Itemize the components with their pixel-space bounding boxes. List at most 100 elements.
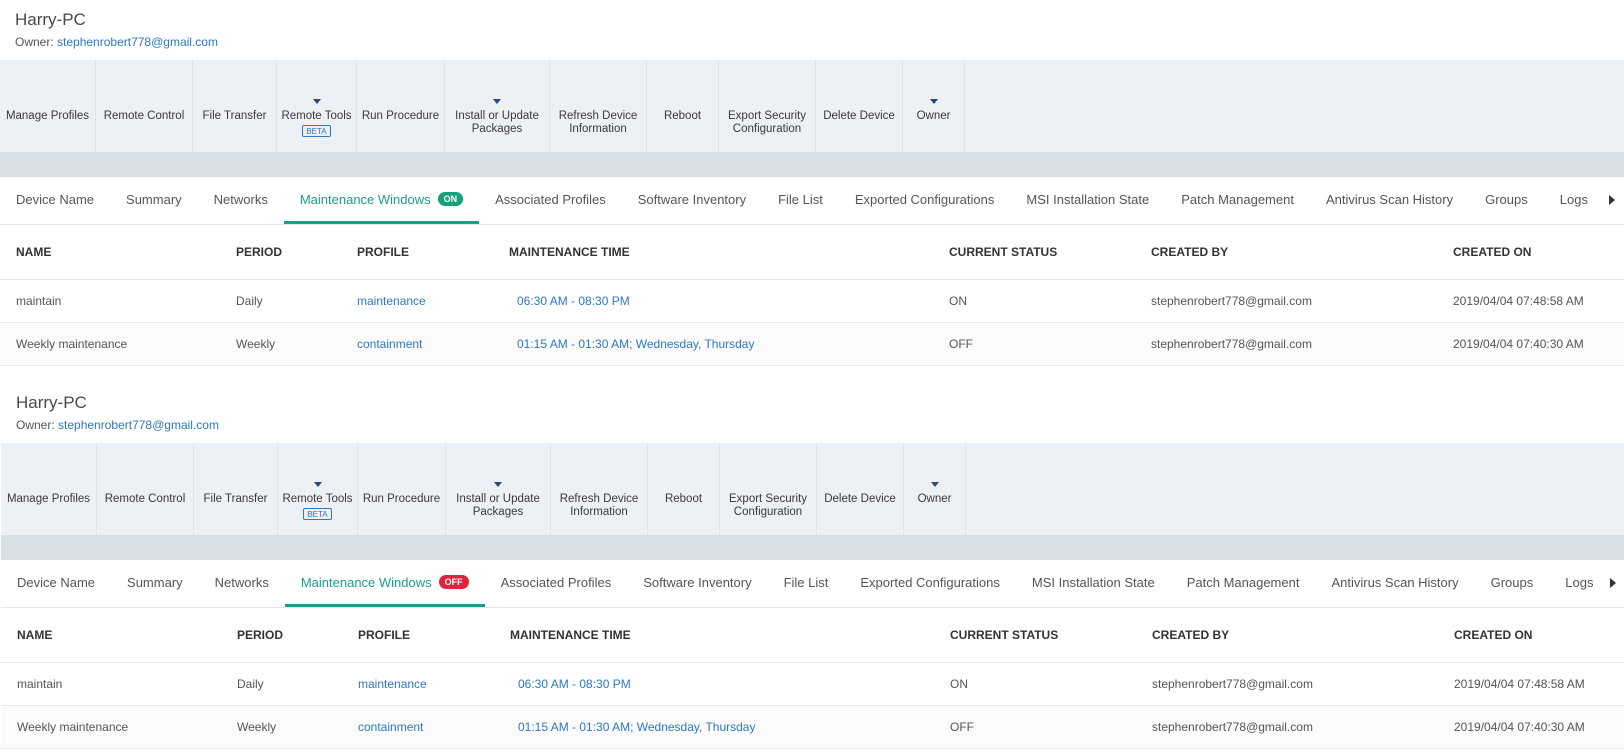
tab-software-inventory[interactable]: Software Inventory bbox=[627, 560, 767, 607]
tab-associated-profiles[interactable]: Associated Profiles bbox=[479, 177, 622, 224]
tab-summary[interactable]: Summary bbox=[110, 177, 198, 224]
tab-summary[interactable]: Summary bbox=[111, 560, 199, 607]
run-procedure-button[interactable]: Run Procedure bbox=[357, 60, 444, 152]
tab-label: Groups bbox=[1490, 574, 1534, 590]
column-header-profile[interactable]: PROFILE bbox=[342, 608, 494, 663]
toolbar-label: Export Security Configuration bbox=[728, 110, 806, 135]
tab-exported-configurations[interactable]: Exported Configurations bbox=[839, 177, 1010, 224]
tab-device-name[interactable]: Device Name bbox=[0, 177, 110, 224]
chevron-right-icon bbox=[1609, 195, 1615, 205]
caret-down-icon bbox=[313, 482, 322, 487]
column-header-profile[interactable]: PROFILE bbox=[341, 225, 493, 280]
cell-profile[interactable]: maintenance bbox=[342, 662, 494, 706]
tab-logs[interactable]: Logs bbox=[1544, 177, 1604, 224]
tab-label: Device Name bbox=[16, 191, 95, 207]
refresh-device-information-button[interactable]: Refresh Device Information bbox=[551, 443, 647, 535]
install-or-update-packages-button[interactable]: Install or Update Packages bbox=[446, 443, 550, 535]
toolbar-label: Manage Profiles bbox=[5, 110, 90, 122]
delete-device-button[interactable]: Delete Device bbox=[817, 443, 903, 535]
table-row[interactable]: maintain Daily maintenance 06:30 AM - 08:30… bbox=[0, 279, 1624, 323]
table-row[interactable]: maintain Daily maintenance 06:30 AM - 08:30… bbox=[1, 662, 1624, 706]
column-header-created-by[interactable]: CREATED BY bbox=[1135, 225, 1437, 280]
tab-maintenance-windows[interactable]: Maintenance Windows ON bbox=[283, 177, 480, 224]
tab-label: Logs bbox=[1559, 191, 1588, 207]
toolbar-group: Reboot bbox=[647, 60, 719, 152]
table-row[interactable]: Weekly maintenance Weekly containment 01:15… bbox=[0, 322, 1624, 366]
remote-tools-button[interactable]: Remote Tools BETA bbox=[278, 443, 357, 535]
device-title: Harry-PC bbox=[16, 393, 87, 412]
manage-profiles-button[interactable]: Manage Profiles bbox=[1, 443, 96, 535]
toolbar-group: Install or Update Packages bbox=[445, 60, 550, 152]
owner-label: Owner: bbox=[15, 35, 54, 49]
refresh-device-information-button[interactable]: Refresh Device Information bbox=[550, 60, 646, 152]
tab-file-list[interactable]: File List bbox=[762, 177, 839, 224]
export-security-configuration-button[interactable]: Export Security Configuration bbox=[719, 60, 815, 152]
tabs-scroll-right-button[interactable] bbox=[1601, 560, 1624, 606]
tab-label: Patch Management bbox=[1186, 574, 1300, 590]
toolbar-label: File Transfer bbox=[202, 110, 267, 122]
tab-exported-configurations[interactable]: Exported Configurations bbox=[844, 560, 1015, 607]
cell-maintenance-time[interactable]: 06:30 AM - 08:30 PM bbox=[494, 662, 934, 706]
tab-networks[interactable]: Networks bbox=[199, 560, 285, 607]
cell-maintenance-time[interactable]: 01:15 AM - 01:30 AM; Wednesday, Thursday bbox=[494, 705, 934, 749]
tab-groups[interactable]: Groups bbox=[1475, 560, 1550, 607]
tab-groups[interactable]: Groups bbox=[1469, 177, 1544, 224]
file-transfer-button[interactable]: File Transfer bbox=[193, 60, 276, 152]
delete-device-button[interactable]: Delete Device bbox=[816, 60, 902, 152]
run-procedure-button[interactable]: Run Procedure bbox=[358, 443, 445, 535]
column-header-period[interactable]: PERIOD bbox=[220, 225, 341, 280]
cell-maintenance-time[interactable]: 06:30 AM - 08:30 PM bbox=[493, 279, 933, 323]
tab-software-inventory[interactable]: Software Inventory bbox=[622, 177, 762, 224]
tab-msi-installation-state[interactable]: MSI Installation State bbox=[1016, 560, 1171, 607]
column-header-maintenance-time[interactable]: MAINTENANCE TIME bbox=[494, 608, 934, 663]
cell-period: Weekly bbox=[221, 705, 342, 749]
tab-antivirus-scan-history[interactable]: Antivirus Scan History bbox=[1310, 177, 1469, 224]
remote-control-button[interactable]: Remote Control bbox=[97, 443, 193, 535]
table-row[interactable]: Weekly maintenance Weekly containment 01:15… bbox=[1, 705, 1624, 749]
cell-profile[interactable]: containment bbox=[342, 705, 494, 749]
tab-patch-management[interactable]: Patch Management bbox=[1165, 177, 1310, 224]
cell-created-on: 2019/04/04 07:48:58 AM bbox=[1437, 279, 1624, 323]
tabs-scroll-right-button[interactable] bbox=[1600, 177, 1624, 223]
tab-networks[interactable]: Networks bbox=[198, 177, 284, 224]
tab-msi-installation-state[interactable]: MSI Installation State bbox=[1010, 177, 1165, 224]
column-header-name[interactable]: NAME bbox=[0, 225, 220, 280]
file-transfer-button[interactable]: File Transfer bbox=[194, 443, 277, 535]
reboot-button[interactable]: Reboot bbox=[647, 60, 718, 152]
tab-file-list[interactable]: File List bbox=[768, 560, 845, 607]
remote-tools-button[interactable]: Remote Tools BETA bbox=[277, 60, 356, 152]
tab-associated-profiles[interactable]: Associated Profiles bbox=[485, 560, 628, 607]
column-header-current-status[interactable]: CURRENT STATUS bbox=[933, 225, 1135, 280]
tab-antivirus-scan-history[interactable]: Antivirus Scan History bbox=[1315, 560, 1474, 607]
tab-patch-management[interactable]: Patch Management bbox=[1171, 560, 1316, 607]
cell-profile[interactable]: maintenance bbox=[341, 279, 493, 323]
toolbar-group: Delete Device bbox=[816, 60, 903, 152]
install-or-update-packages-button[interactable]: Install or Update Packages bbox=[445, 60, 549, 152]
tab-device-name[interactable]: Device Name bbox=[1, 560, 111, 607]
column-header-current-status[interactable]: CURRENT STATUS bbox=[934, 608, 1136, 663]
tab-label: Associated Profiles bbox=[495, 191, 606, 207]
run-procedure-icon bbox=[389, 455, 415, 481]
cell-profile[interactable]: containment bbox=[341, 322, 493, 366]
cell-name: Weekly maintenance bbox=[0, 322, 220, 366]
device-toolbar: Manage Profiles Remote Control File Transf… bbox=[1, 443, 1624, 535]
cell-maintenance-time[interactable]: 01:15 AM - 01:30 AM; Wednesday, Thursday bbox=[493, 322, 933, 366]
column-header-name[interactable]: NAME bbox=[1, 608, 221, 663]
owner-email-link[interactable]: stephenrobert778@gmail.com bbox=[58, 418, 219, 432]
maintenance-windows-table: NAME PERIOD PROFILE MAINTENANCE TIME CURRENT… bbox=[0, 225, 1624, 366]
manage-profiles-button[interactable]: Manage Profiles bbox=[0, 60, 95, 152]
beta-badge: BETA bbox=[303, 508, 332, 520]
column-header-created-on[interactable]: CREATED ON bbox=[1438, 608, 1624, 663]
column-header-maintenance-time[interactable]: MAINTENANCE TIME bbox=[493, 225, 933, 280]
export-security-configuration-button[interactable]: Export Security Configuration bbox=[720, 443, 816, 535]
tab-maintenance-windows[interactable]: Maintenance Windows OFF bbox=[284, 560, 485, 607]
column-header-created-on[interactable]: CREATED ON bbox=[1437, 225, 1624, 280]
column-header-period[interactable]: PERIOD bbox=[221, 608, 342, 663]
owner-email-link[interactable]: stephenrobert778@gmail.com bbox=[57, 35, 218, 49]
owner-button[interactable]: Owner bbox=[904, 443, 965, 535]
toolbar-label: Refresh Device Information bbox=[559, 493, 639, 518]
remote-control-button[interactable]: Remote Control bbox=[96, 60, 192, 152]
owner-button[interactable]: Owner bbox=[903, 60, 964, 152]
reboot-button[interactable]: Reboot bbox=[648, 443, 719, 535]
column-header-created-by[interactable]: CREATED BY bbox=[1136, 608, 1438, 663]
